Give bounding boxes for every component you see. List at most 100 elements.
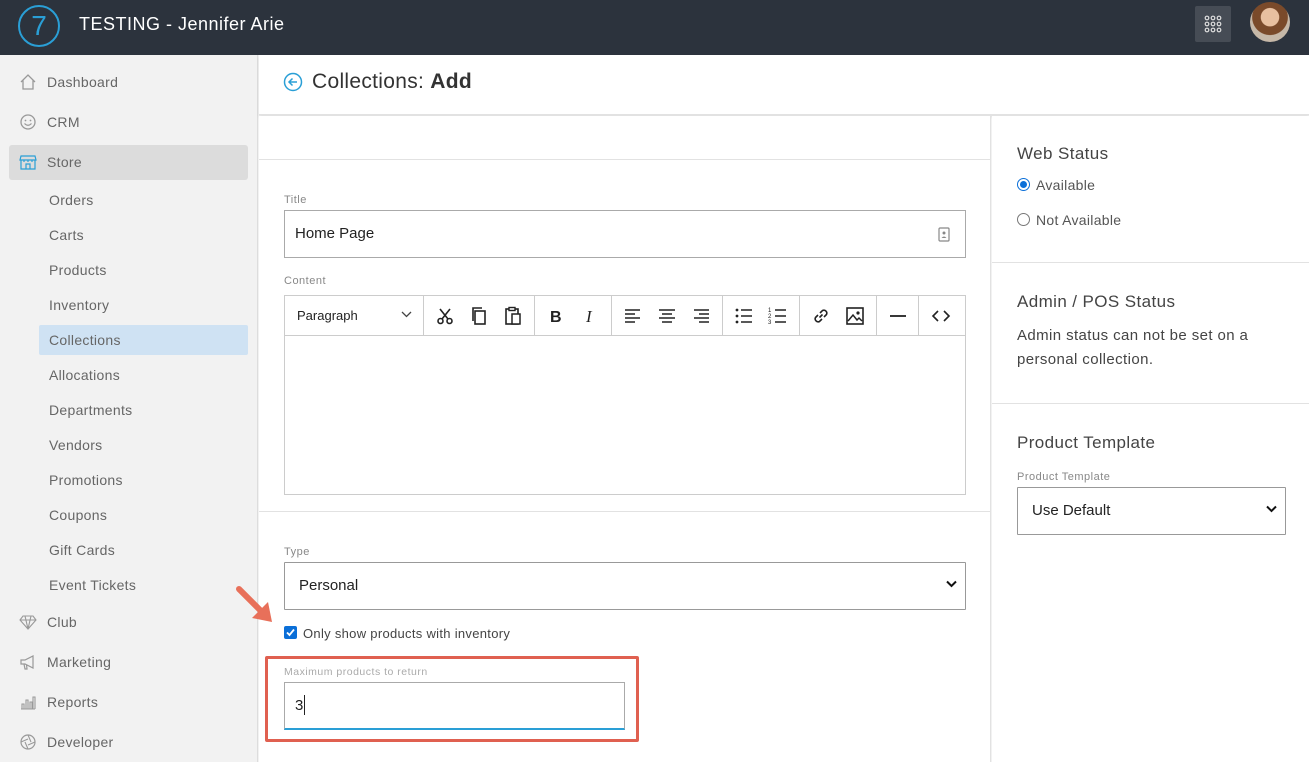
sidebar-subitem-label: Event Tickets bbox=[49, 577, 137, 593]
sidebar-subitem-carts[interactable]: Carts bbox=[39, 220, 248, 250]
divider bbox=[992, 262, 1309, 263]
checkmark-icon bbox=[286, 628, 295, 637]
horizontal-rule-icon[interactable] bbox=[888, 306, 908, 326]
divider bbox=[992, 403, 1309, 404]
align-center-icon[interactable] bbox=[657, 306, 677, 326]
sidebar-item-developer[interactable]: Developer bbox=[9, 725, 248, 760]
copy-icon[interactable] bbox=[469, 306, 489, 326]
max-products-value: 3 bbox=[295, 697, 304, 714]
admin-status-text: Admin status can not be set on a persona… bbox=[1017, 327, 1249, 368]
sidebar-subitem-allocations[interactable]: Allocations bbox=[39, 360, 248, 390]
sidebar-item-label: Reports bbox=[47, 694, 99, 710]
bullet-list-icon[interactable] bbox=[734, 306, 754, 326]
page-title-action: Add bbox=[430, 70, 473, 93]
sidebar-subitem-products[interactable]: Products bbox=[39, 255, 248, 285]
align-right-icon[interactable] bbox=[691, 306, 711, 326]
admin-status-heading: Admin / POS Status bbox=[1017, 292, 1176, 311]
content-editor[interactable]: Paragraph B I 123 bbox=[284, 295, 966, 495]
sidebar-item-marketing[interactable]: Marketing bbox=[9, 645, 248, 680]
sidebar-item-label: Club bbox=[47, 614, 77, 630]
collection-form: Title Home Page Content Paragraph B I 1 … bbox=[259, 116, 991, 762]
logo[interactable]: 7 bbox=[18, 5, 60, 47]
back-arrow-icon[interactable] bbox=[283, 72, 303, 92]
chevron-down-icon bbox=[1266, 505, 1277, 513]
inventory-only-label[interactable]: Only show products with inventory bbox=[303, 626, 510, 641]
web-status-available-radio[interactable] bbox=[1017, 178, 1030, 191]
web-status-not-available-label[interactable]: Not Available bbox=[1036, 212, 1121, 228]
rule-group bbox=[877, 296, 919, 335]
sidebar-subitem-label: Departments bbox=[49, 402, 133, 418]
sidebar-subitem-label: Orders bbox=[49, 192, 94, 208]
sidebar-subitem-gift-cards[interactable]: Gift Cards bbox=[39, 535, 248, 565]
type-select[interactable]: Personal bbox=[284, 562, 966, 610]
sidebar-subitem-orders[interactable]: Orders bbox=[39, 185, 248, 215]
type-label: Type bbox=[284, 546, 310, 558]
numbered-list-icon[interactable]: 123 bbox=[768, 306, 788, 326]
product-template-heading: Product Template bbox=[1017, 433, 1156, 452]
sidebar-subitem-inventory[interactable]: Inventory bbox=[39, 290, 248, 320]
smiley-icon bbox=[20, 114, 36, 130]
sidebar-item-dashboard[interactable]: Dashboard bbox=[9, 65, 248, 100]
bar-chart-icon bbox=[21, 696, 36, 710]
sidebar-item-store[interactable]: Store bbox=[9, 145, 248, 180]
contact-card-icon bbox=[938, 227, 950, 242]
home-icon bbox=[20, 74, 36, 90]
code-icon[interactable] bbox=[931, 306, 951, 326]
product-template-label: Product Template bbox=[1017, 471, 1111, 483]
page-header: Collections: Add bbox=[259, 55, 1309, 115]
store-icon bbox=[19, 155, 37, 170]
title-input[interactable]: Home Page bbox=[284, 210, 966, 258]
insert-group bbox=[800, 296, 877, 335]
alignment-group bbox=[612, 296, 723, 335]
svg-text:3: 3 bbox=[768, 320, 772, 326]
italic-icon[interactable]: I bbox=[580, 306, 600, 326]
sidebar-subitem-label: Vendors bbox=[49, 437, 103, 453]
block-format-select[interactable]: Paragraph bbox=[285, 296, 424, 335]
image-icon[interactable] bbox=[845, 306, 865, 326]
aperture-icon bbox=[20, 734, 36, 750]
bold-icon[interactable]: B bbox=[546, 306, 566, 326]
sidebar-subitem-collections[interactable]: Collections bbox=[39, 325, 248, 355]
diamond-icon bbox=[19, 615, 37, 630]
text-cursor bbox=[304, 695, 305, 715]
svg-text:B: B bbox=[550, 309, 562, 326]
web-status-not-available-radio[interactable] bbox=[1017, 213, 1030, 226]
link-icon[interactable] bbox=[811, 306, 831, 326]
sidebar-item-label: Dashboard bbox=[47, 74, 119, 90]
editor-toolbar: Paragraph B I 123 bbox=[285, 296, 965, 336]
title-input-value: Home Page bbox=[295, 225, 375, 242]
clipboard-group bbox=[424, 296, 535, 335]
inventory-only-checkbox[interactable] bbox=[284, 626, 297, 639]
sidebar-subitem-label: Carts bbox=[49, 227, 84, 243]
cut-icon[interactable] bbox=[435, 306, 455, 326]
sidebar-subitem-departments[interactable]: Departments bbox=[39, 395, 248, 425]
sidebar-subitem-event-tickets[interactable]: Event Tickets bbox=[39, 570, 248, 600]
sidebar-subitem-promotions[interactable]: Promotions bbox=[39, 465, 248, 495]
chevron-down-icon bbox=[401, 311, 412, 318]
sidebar-subitem-label: Gift Cards bbox=[49, 542, 116, 558]
sidebar-item-label: Store bbox=[47, 154, 82, 170]
text-style-group: B I bbox=[535, 296, 612, 335]
max-products-input[interactable]: 3 bbox=[284, 682, 625, 730]
sidebar-item-reports[interactable]: Reports bbox=[9, 685, 248, 720]
web-status-available-label[interactable]: Available bbox=[1036, 177, 1095, 193]
product-template-select[interactable]: Use Default bbox=[1017, 487, 1286, 535]
divider bbox=[259, 511, 991, 512]
paste-icon[interactable] bbox=[503, 306, 523, 326]
page-title-prefix: Collections: bbox=[312, 70, 431, 93]
title-label: Title bbox=[284, 194, 307, 206]
page-title: Collections: Add bbox=[312, 70, 472, 94]
sidebar-subitem-label: Coupons bbox=[49, 507, 108, 523]
apps-grid-button[interactable] bbox=[1195, 6, 1231, 42]
sidebar-item-crm[interactable]: CRM bbox=[9, 105, 248, 140]
sidebar-subitem-coupons[interactable]: Coupons bbox=[39, 500, 248, 530]
megaphone-icon bbox=[20, 655, 34, 670]
align-left-icon[interactable] bbox=[623, 306, 643, 326]
sidebar-subitem-label: Promotions bbox=[49, 472, 123, 488]
content-label: Content bbox=[284, 275, 327, 287]
sidebar-subitem-label: Products bbox=[49, 262, 107, 278]
sidebar-subitem-vendors[interactable]: Vendors bbox=[39, 430, 248, 460]
annotation-arrow-icon bbox=[236, 586, 272, 622]
sidebar-item-club[interactable]: Club bbox=[9, 605, 248, 640]
user-avatar[interactable] bbox=[1250, 2, 1290, 42]
